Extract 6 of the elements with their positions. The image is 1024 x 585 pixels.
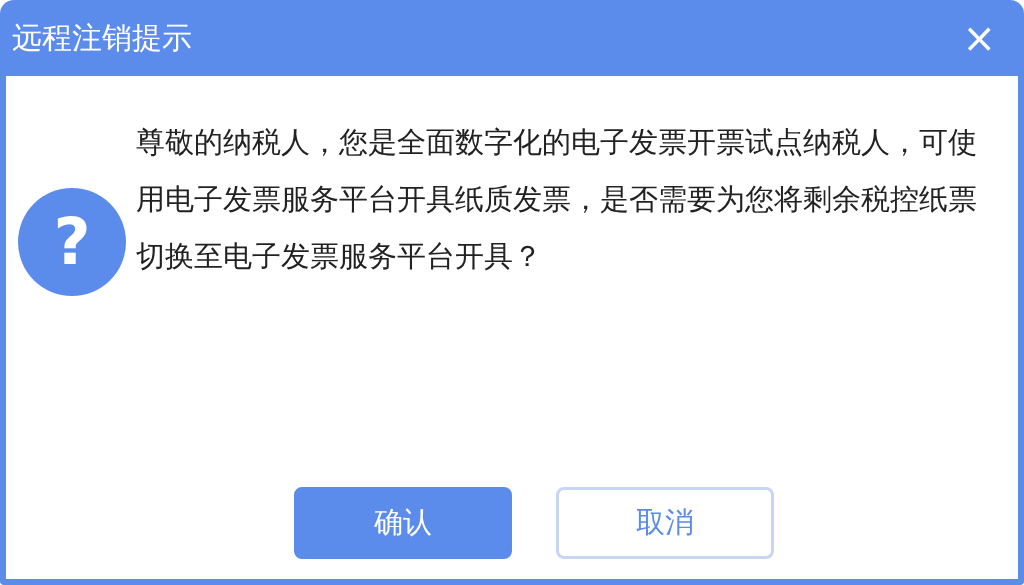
window-title: 远程注销提示	[12, 18, 192, 57]
cancel-button[interactable]: 取消	[556, 487, 774, 559]
question-icon: ?	[18, 188, 126, 296]
close-button[interactable]: ×	[952, 18, 1006, 58]
message-text: 尊敬的纳税人，您是全面数字化的电子发票开票试点纳税人，可使用电子发票服务平台开具纸质发票，是否需要为您将剩余税控纸票切换至电子发票服务平台开具？	[136, 124, 978, 275]
confirm-button[interactable]: 确认	[294, 487, 512, 559]
